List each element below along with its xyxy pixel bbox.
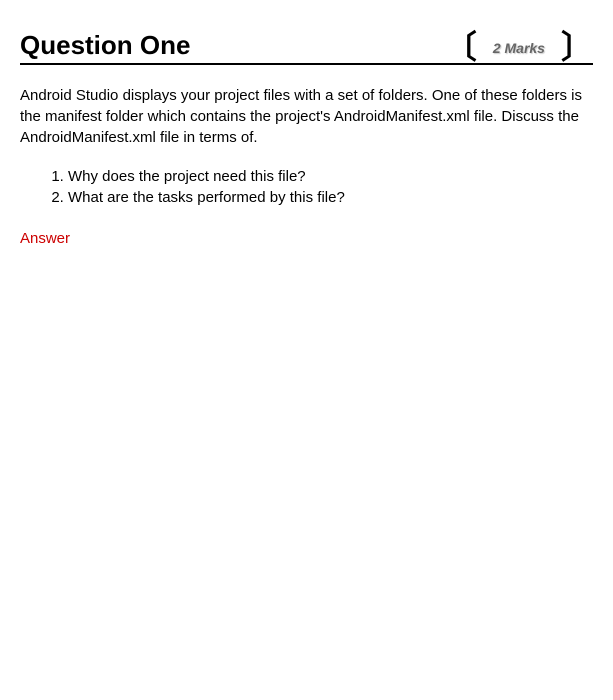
question-header: Question One 〔 2 Marks 〕	[20, 30, 593, 65]
bracket-right-icon: 〕	[561, 35, 593, 61]
answer-label: Answer	[20, 230, 593, 247]
marks-box: 〔 2 Marks 〕	[445, 35, 593, 61]
question-list: Why does the project need this file? Wha…	[20, 166, 593, 208]
question-title: Question One	[20, 30, 190, 61]
question-intro: Android Studio displays your project fil…	[20, 85, 593, 148]
list-item: What are the tasks performed by this fil…	[68, 187, 593, 208]
bracket-left-icon: 〔	[445, 35, 477, 61]
marks-text: 2 Marks	[481, 40, 557, 56]
list-item: Why does the project need this file?	[68, 166, 593, 187]
